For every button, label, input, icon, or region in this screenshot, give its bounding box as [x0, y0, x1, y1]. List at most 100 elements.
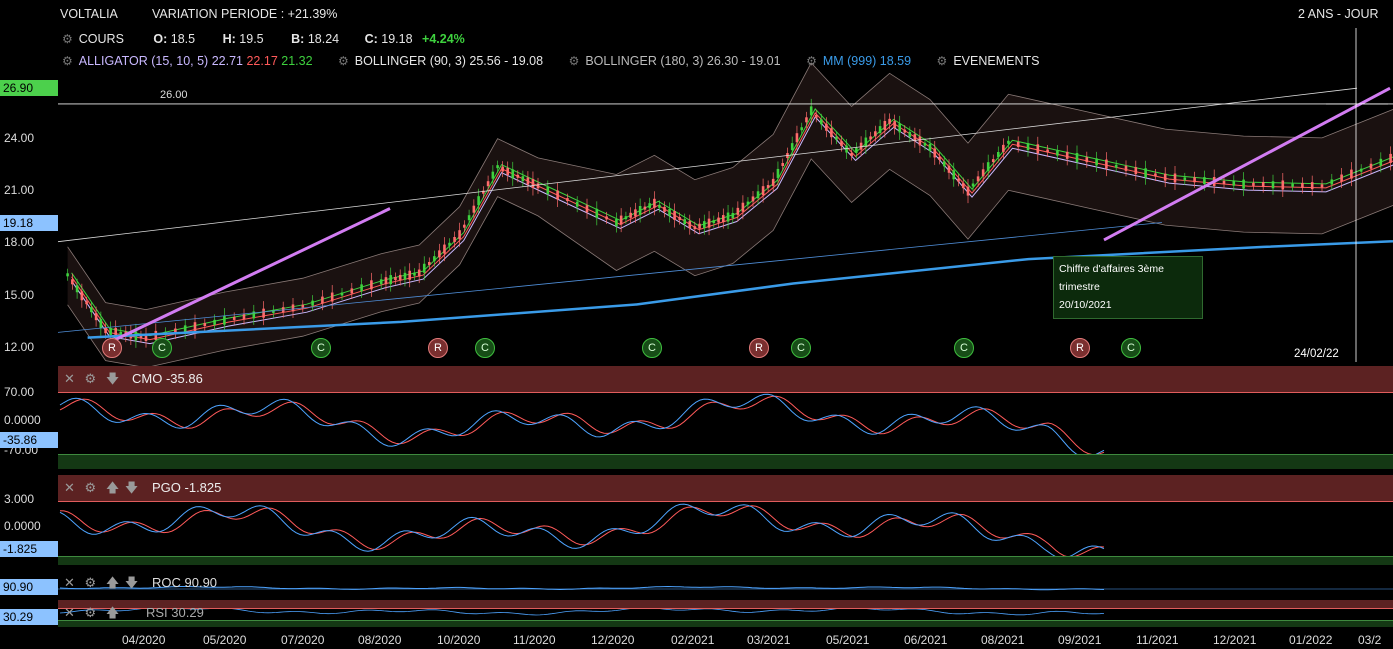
gear-icon[interactable]: ⚙: [85, 575, 97, 590]
candle-body: [104, 328, 107, 334]
cmo-panel-header: [58, 366, 1393, 393]
candle-body: [638, 205, 642, 215]
candle-body: [501, 166, 504, 172]
candle-body: [193, 322, 197, 332]
candle-body: [262, 308, 265, 318]
candle-body: [918, 136, 922, 146]
event-note[interactable]: Chiffre d'affaires 3ème trimestre 20/10/…: [1053, 256, 1203, 319]
candle-body: [1095, 158, 1098, 166]
rsi-value-tag: 30.29: [0, 609, 58, 625]
candle-body: [615, 218, 618, 226]
rsi-overbought-zone: [58, 600, 1393, 609]
candle-body: [71, 279, 74, 285]
bollinger-180-label[interactable]: BOLLINGER (180, 3) 26.30 - 19.01: [585, 54, 780, 68]
gear-icon[interactable]: ⚙: [85, 480, 97, 495]
close-icon[interactable]: ✕: [64, 575, 75, 590]
hline-label: 26.00: [160, 89, 188, 101]
x-tick-label: 11/2021: [1136, 633, 1179, 647]
candle-body: [942, 161, 946, 167]
gear-icon[interactable]: ⚙: [62, 32, 73, 46]
gear-icon[interactable]: ⚙: [338, 54, 349, 68]
arrow-up-icon[interactable]: 🡅: [106, 575, 119, 590]
cmo-line: [59, 393, 1105, 458]
candle-body: [1144, 168, 1147, 178]
period-selector[interactable]: 2 ANS - JOUR: [1298, 7, 1379, 21]
candle-body: [556, 190, 559, 200]
price-chart[interactable]: [0, 0, 1393, 649]
gear-icon[interactable]: ⚙: [85, 605, 97, 620]
x-tick-label: 08/2021: [981, 633, 1025, 647]
x-tick-label: 02/2021: [671, 633, 715, 647]
cmo-controls: ✕ ⚙ 🡇: [64, 370, 119, 392]
candle-body: [1301, 182, 1304, 188]
gear-icon[interactable]: ⚙: [806, 54, 817, 68]
x-tick-label: 04/2020: [122, 633, 166, 647]
candle-body: [1114, 164, 1118, 168]
alligator-teeth-value: 22.17: [246, 54, 278, 68]
candle-body: [536, 183, 540, 189]
candle-body: [766, 185, 770, 189]
event-marker-c[interactable]: C: [1121, 338, 1141, 358]
x-tick-label: 08/2020: [358, 633, 402, 647]
mm-999-label[interactable]: MM (999) 18.59: [823, 54, 911, 68]
close-icon[interactable]: ✕: [64, 605, 75, 620]
candle-body: [1359, 168, 1363, 172]
rsi-oversold-zone: [58, 620, 1393, 627]
event-marker-c[interactable]: C: [152, 338, 172, 358]
pgo-line: [59, 503, 1105, 559]
candle-body: [703, 221, 706, 229]
candle-body: [855, 147, 858, 153]
candle-body: [1203, 177, 1206, 185]
candle-body: [683, 219, 686, 225]
gear-icon[interactable]: ⚙: [937, 54, 948, 68]
arrow-down-icon[interactable]: 🡇: [125, 575, 138, 590]
high-key: H:: [222, 32, 236, 46]
candle-body: [438, 250, 441, 258]
event-marker-r[interactable]: R: [428, 338, 448, 358]
candle-body: [707, 218, 711, 228]
arrow-up-icon[interactable]: 🡅: [106, 480, 119, 495]
x-tick-label: 12/2021: [1213, 633, 1257, 647]
candle-body: [898, 123, 901, 133]
event-marker-r[interactable]: R: [102, 338, 122, 358]
event-marker-c[interactable]: C: [954, 338, 974, 358]
event-marker-r[interactable]: R: [1070, 338, 1090, 358]
event-marker-c[interactable]: C: [311, 338, 331, 358]
event-marker-c[interactable]: C: [475, 338, 495, 358]
candle-body: [668, 208, 671, 216]
close-icon[interactable]: ✕: [64, 480, 75, 495]
pgo-top-tick: 3.000: [4, 492, 35, 506]
candle-body: [756, 191, 760, 199]
candle-body: [1389, 153, 1392, 163]
arrow-up-icon[interactable]: 🡅: [106, 605, 119, 620]
candle-body: [923, 142, 927, 146]
candle-body: [653, 198, 656, 208]
note-title: Chiffre d'affaires 3ème: [1059, 263, 1164, 275]
gear-icon[interactable]: ⚙: [569, 54, 580, 68]
event-marker-c[interactable]: C: [642, 338, 662, 358]
cours-label: COURS: [78, 32, 124, 46]
close-icon[interactable]: ✕: [64, 371, 75, 386]
arrow-down-icon[interactable]: 🡇: [106, 371, 119, 386]
evenements-label[interactable]: EVENEMENTS: [953, 54, 1039, 68]
roc-label: ROC 90.90: [152, 575, 218, 590]
bollinger-90-label[interactable]: BOLLINGER (90, 3) 25.56 - 19.08: [355, 54, 543, 68]
pgo-oversold-zone: [58, 556, 1393, 565]
pgo-value-tag: -1.825: [0, 541, 58, 557]
candle-body: [845, 145, 848, 153]
candle-body: [1320, 184, 1324, 188]
candle-body: [453, 236, 456, 242]
crosshair-date: 24/02/22: [1294, 348, 1339, 360]
gear-icon[interactable]: ⚙: [62, 54, 73, 68]
alligator-label[interactable]: ALLIGATOR (15, 10, 5): [79, 54, 208, 68]
event-marker-r[interactable]: R: [749, 338, 769, 358]
x-tick-label: 07/2020: [281, 633, 325, 647]
candle-body: [673, 211, 676, 221]
candle-body: [971, 183, 975, 187]
y-tick-label: 12.00: [4, 340, 35, 355]
arrow-down-icon[interactable]: 🡇: [125, 480, 138, 495]
gear-icon[interactable]: ⚙: [85, 371, 97, 386]
candle-body: [1222, 180, 1226, 184]
candle-body: [698, 223, 701, 229]
event-marker-c[interactable]: C: [791, 338, 811, 358]
